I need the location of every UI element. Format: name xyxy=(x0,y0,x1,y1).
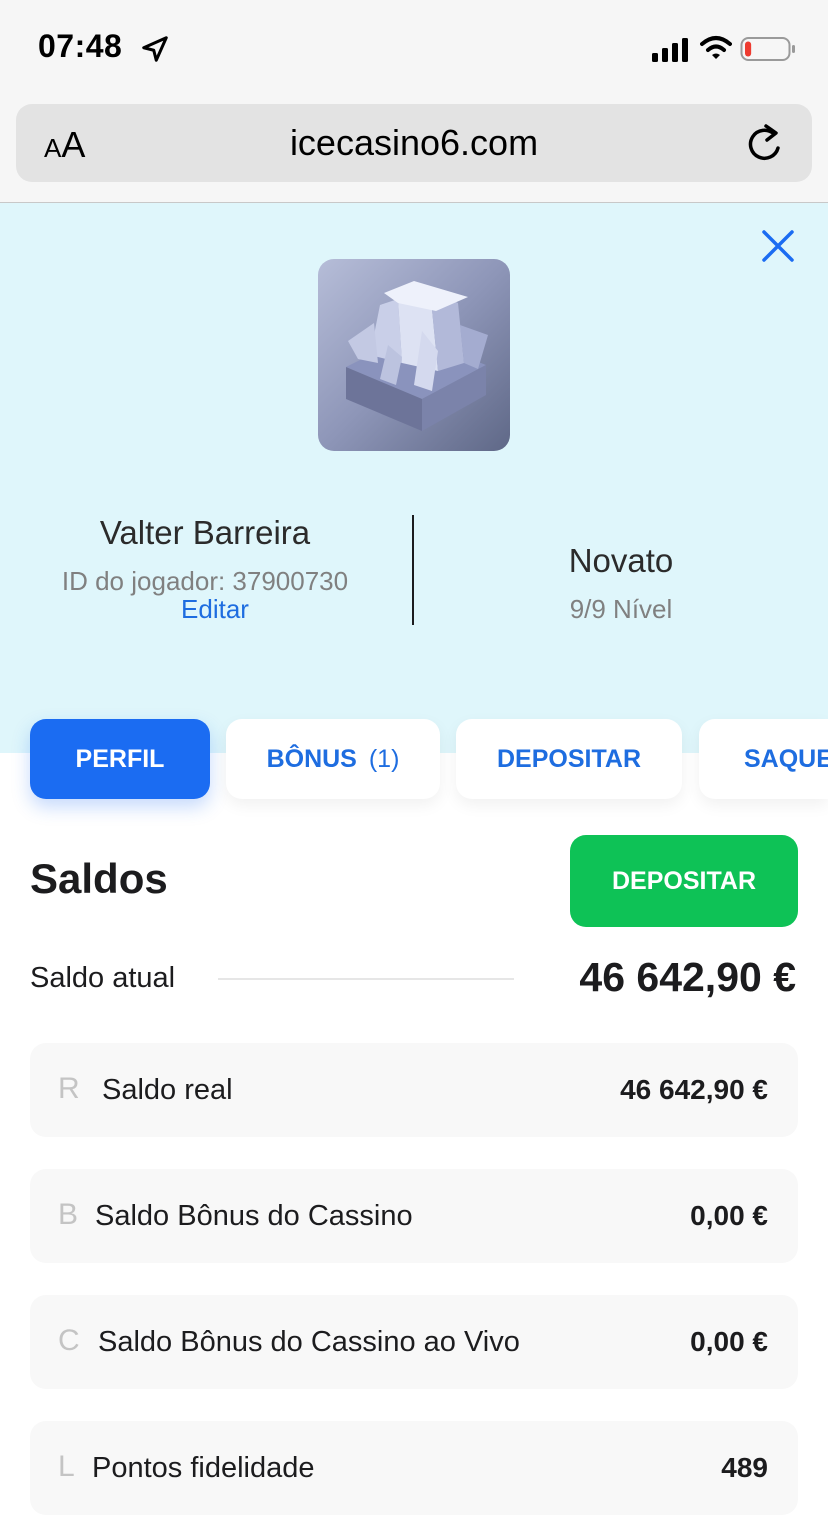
current-balance-label: Saldo atual xyxy=(30,962,176,994)
tab-label: BÔNUS xyxy=(266,744,357,773)
tab-perfil[interactable]: PERFIL xyxy=(30,719,210,799)
balance-row-casino-bonus: B Saldo Bônus do Cassino 0,00 € xyxy=(30,1169,798,1263)
status-bar: 07:48 xyxy=(0,0,828,98)
tab-depositar[interactable]: DEPOSITAR xyxy=(456,719,682,799)
tab-saque[interactable]: SAQUE xyxy=(699,719,828,799)
deposit-button[interactable]: DEPOSITAR xyxy=(570,835,798,927)
balance-label: Pontos fidelidade xyxy=(92,1452,315,1484)
status-time: 07:48 xyxy=(38,28,123,64)
location-arrow-icon xyxy=(142,36,168,62)
edit-profile-link[interactable]: Editar xyxy=(30,594,400,625)
close-icon[interactable] xyxy=(758,226,798,266)
browser-toolbar: AA icecasino6.com xyxy=(0,98,828,203)
balance-label: Saldo Bônus do Cassino xyxy=(95,1200,413,1232)
address-bar[interactable]: AA icecasino6.com xyxy=(16,104,812,182)
balance-row-loyalty-points: L Pontos fidelidade 489 xyxy=(30,1421,798,1515)
current-balance-divider xyxy=(218,978,514,980)
balance-row-live-casino-bonus: C Saldo Bônus do Cassino ao Vivo 0,00 € xyxy=(30,1295,798,1389)
avatar xyxy=(318,259,510,451)
ice-rock-avatar-icon xyxy=(346,281,488,431)
balance-row-real: R Saldo real 46 642,90 € xyxy=(30,1043,798,1137)
wifi-icon xyxy=(700,36,732,59)
tab-label: DEPOSITAR xyxy=(497,744,641,773)
balance-label: Saldo real xyxy=(102,1074,233,1106)
balance-value: 489 xyxy=(721,1452,768,1483)
balance-letter: R xyxy=(58,1072,80,1105)
current-balance-value: 46 642,90 € xyxy=(579,954,796,1000)
player-name: Valter Barreira xyxy=(99,514,311,551)
balance-letter: L xyxy=(58,1450,75,1483)
player-id: ID do jogador: 37900730 xyxy=(61,566,349,596)
tab-bonus[interactable]: BÔNUS (1) xyxy=(226,719,440,799)
player-rank: Novato xyxy=(568,542,674,579)
balance-label: Saldo Bônus do Cassino ao Vivo xyxy=(98,1326,520,1358)
balance-value: 0,00 € xyxy=(690,1326,768,1357)
balances-title: Saldos xyxy=(30,855,168,902)
reload-icon[interactable] xyxy=(744,120,786,166)
cellular-signal-icon xyxy=(652,38,688,62)
tab-label: PERFIL xyxy=(75,744,165,773)
balance-letter: B xyxy=(58,1198,79,1231)
tab-label: SAQUE xyxy=(744,744,828,773)
tab-count-badge: (1) xyxy=(368,744,400,773)
balance-value: 46 642,90 € xyxy=(620,1074,768,1105)
url-text[interactable]: icecasino6.com xyxy=(16,122,812,164)
balance-letter: C xyxy=(58,1324,80,1357)
balance-value: 0,00 € xyxy=(690,1200,768,1231)
player-level: 9/9 Nível xyxy=(569,594,673,624)
battery-low-icon xyxy=(740,37,795,61)
